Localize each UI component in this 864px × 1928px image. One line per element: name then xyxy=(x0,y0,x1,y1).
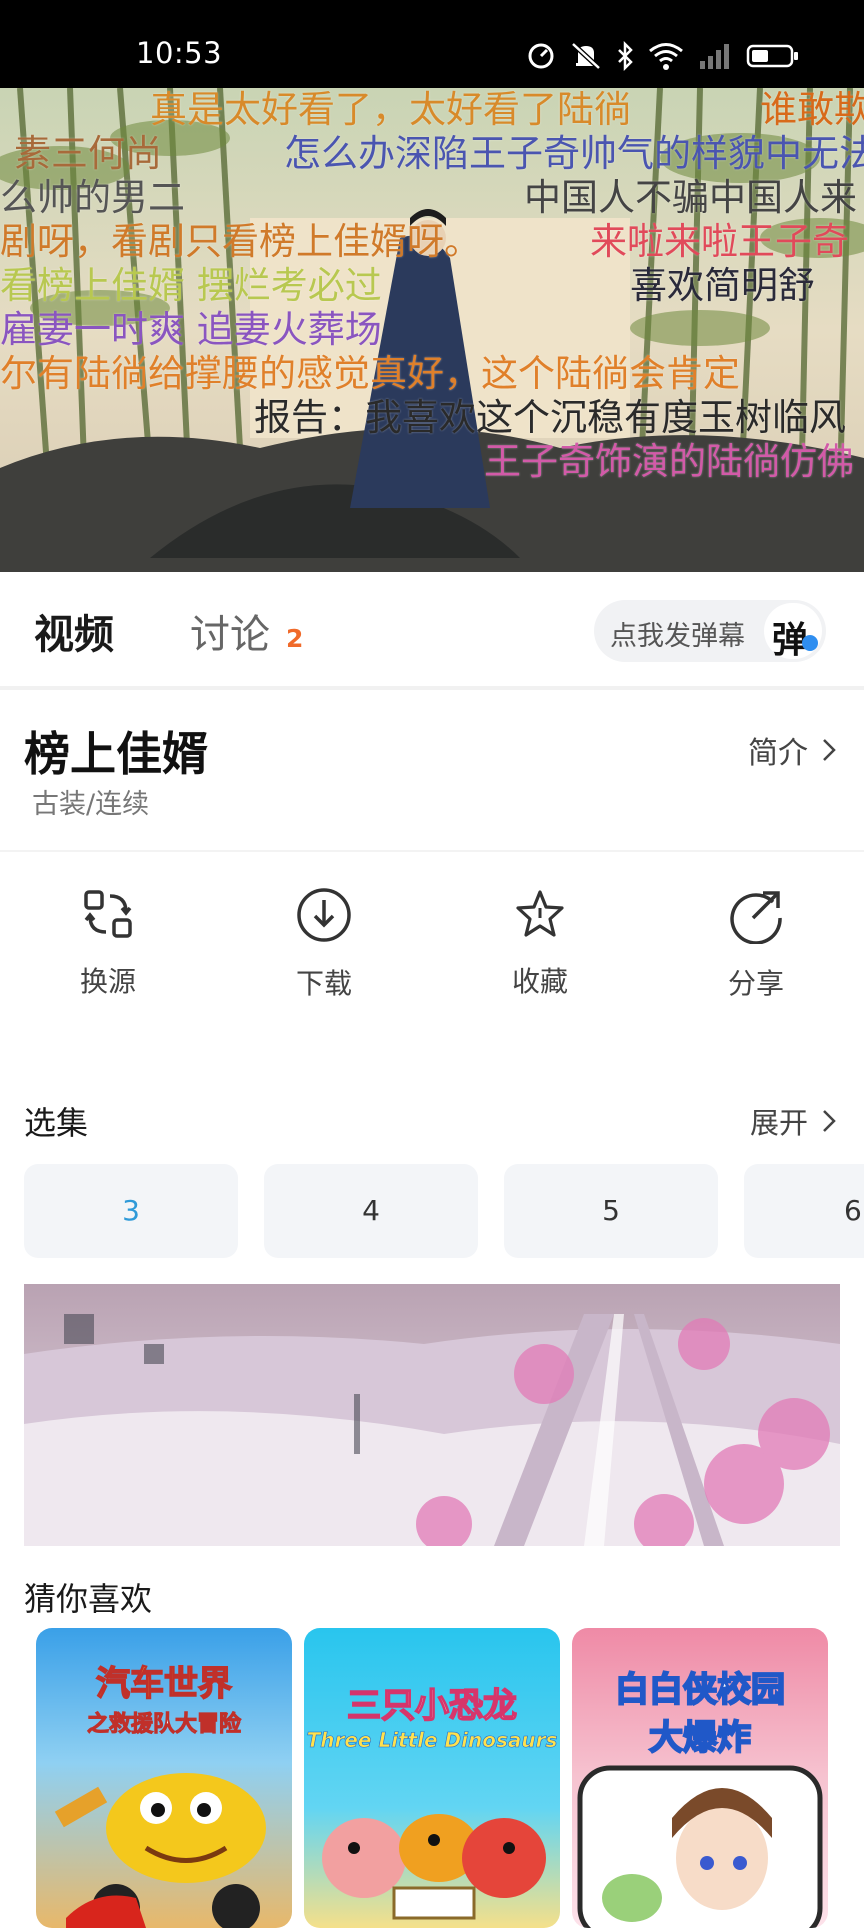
mute-icon xyxy=(571,42,601,70)
recommend-title: 猜你喜欢 xyxy=(24,1580,153,1618)
danmaku-comment: 雇妻一时爽 追妻火葬场 xyxy=(0,308,382,351)
episode-item[interactable]: 3 xyxy=(24,1164,238,1258)
check-badge-icon xyxy=(802,635,818,651)
episode-item[interactable]: 4 xyxy=(264,1164,478,1258)
banner-picture xyxy=(24,1284,840,1546)
alarm-gauge-icon xyxy=(528,43,554,69)
danmaku-comment: 中国人不骗中国人来 xyxy=(524,176,857,219)
tab-discuss[interactable]: 讨论 xyxy=(190,602,270,660)
star-icon xyxy=(516,890,564,937)
recommend-card[interactable]: 汽车世界 之救援队大冒险 xyxy=(36,1628,292,1928)
chevron-right-icon xyxy=(823,739,836,761)
intro-label: 简介 xyxy=(748,736,808,771)
recommend-card-art xyxy=(322,1814,546,1920)
recommend-card[interactable]: 白白侠校园 大爆炸 xyxy=(572,1628,828,1928)
status-icons xyxy=(526,36,800,76)
episode-item[interactable]: 6 xyxy=(744,1164,864,1258)
discuss-count-badge: 2 xyxy=(286,624,304,653)
switch-source-button[interactable]: 换源 xyxy=(48,886,168,1000)
danmaku-comment: 谁敢欺 xyxy=(760,88,864,131)
wifi-icon xyxy=(649,43,683,70)
switch-source-label: 换源 xyxy=(79,965,136,998)
danmaku-comment: 真是太好看了，太好看了陆徜 xyxy=(150,88,631,131)
recommend-card-subtitle: 之救援队大冒险 xyxy=(86,1712,241,1738)
recommend-card-title: 汽车世界 xyxy=(95,1663,233,1705)
expand-label: 展开 xyxy=(749,1106,808,1140)
recommend-card-subtitle: Three Little Dinosaurs xyxy=(306,1728,558,1753)
bluetooth-icon xyxy=(618,41,633,71)
status-time: 10:53 xyxy=(136,36,223,70)
episode-item[interactable]: 5 xyxy=(504,1164,718,1258)
show-genre: 古装/连续 xyxy=(32,789,150,820)
danmaku-comment: 尔有陆徜给撑腰的感觉真好，这个陆徜会肯定 xyxy=(0,352,740,395)
danmaku-toggle-icon[interactable]: 弹 xyxy=(764,603,822,661)
recommend-card-subtitle: 大爆炸 xyxy=(648,1717,752,1759)
danmaku-toggle-label: 弹 xyxy=(772,620,809,661)
danmaku-comment: 看榜上佳婿 摆烂考必过 xyxy=(0,264,382,307)
recommend-card-art xyxy=(577,1765,823,1928)
download-button[interactable]: 下载 xyxy=(264,886,384,1002)
video-player[interactable]: 真是太好看了，太好看了陆徜 谁敢欺素三何尚 怎么办深陷王子奇帅气的样貌中无法么帅的男… xyxy=(0,88,864,572)
chevron-right-icon xyxy=(823,1110,836,1132)
recommend-card-title: 三只小恐龙 xyxy=(346,1685,518,1727)
episodes-title: 选集 xyxy=(24,1104,89,1142)
danmaku-comment: 来啦来啦王子奇 xyxy=(590,220,849,263)
divider xyxy=(0,850,864,852)
recommend-card-art xyxy=(54,1773,266,1928)
danmaku-comment: 素三何尚 xyxy=(14,132,162,175)
danmaku-comment: 怎么办深陷王子奇帅气的样貌中无法 xyxy=(284,132,864,175)
show-title: 榜上佳婿 xyxy=(24,727,208,781)
intro-link[interactable]: 简介 xyxy=(748,728,836,772)
danmaku-input-placeholder: 点我发弹幕 xyxy=(610,621,745,652)
danmaku-comment: 喜欢简明舒 xyxy=(630,264,815,307)
danmaku-comment: 报告：我喜欢这个沉稳有度玉树临风 xyxy=(254,396,846,439)
signal-icon xyxy=(700,44,729,69)
share-icon xyxy=(730,891,782,944)
banner-image[interactable] xyxy=(24,1284,840,1546)
switch-source-icon xyxy=(84,890,132,938)
tab-bar: 视频 讨论 2 点我发弹幕 弹 xyxy=(0,572,864,690)
recommend-card[interactable]: 三只小恐龙 Three Little Dinosaurs xyxy=(304,1628,560,1928)
share-label: 分享 xyxy=(727,967,784,1000)
expand-episodes-link[interactable]: 展开 xyxy=(750,1100,836,1142)
danmaku-comment: 王子奇饰演的陆徜仿佛 xyxy=(484,440,854,483)
favorite-button[interactable]: 收藏 xyxy=(480,886,600,1000)
download-icon xyxy=(297,888,351,942)
share-button[interactable]: 分享 xyxy=(696,886,816,1002)
battery-icon xyxy=(746,44,798,68)
download-label: 下载 xyxy=(295,967,352,1000)
danmaku-comment: 剧呀，看剧只看榜上佳婿呀。 xyxy=(0,220,481,263)
status-bar: 10:53 xyxy=(0,0,864,88)
recommend-card-title: 白白侠校园 xyxy=(614,1669,786,1711)
danmaku-comment: 么帅的男二 xyxy=(0,176,185,219)
send-danmaku-button[interactable]: 点我发弹幕 弹 xyxy=(594,600,826,662)
favorite-label: 收藏 xyxy=(511,965,568,998)
tab-video[interactable]: 视频 xyxy=(34,602,114,660)
